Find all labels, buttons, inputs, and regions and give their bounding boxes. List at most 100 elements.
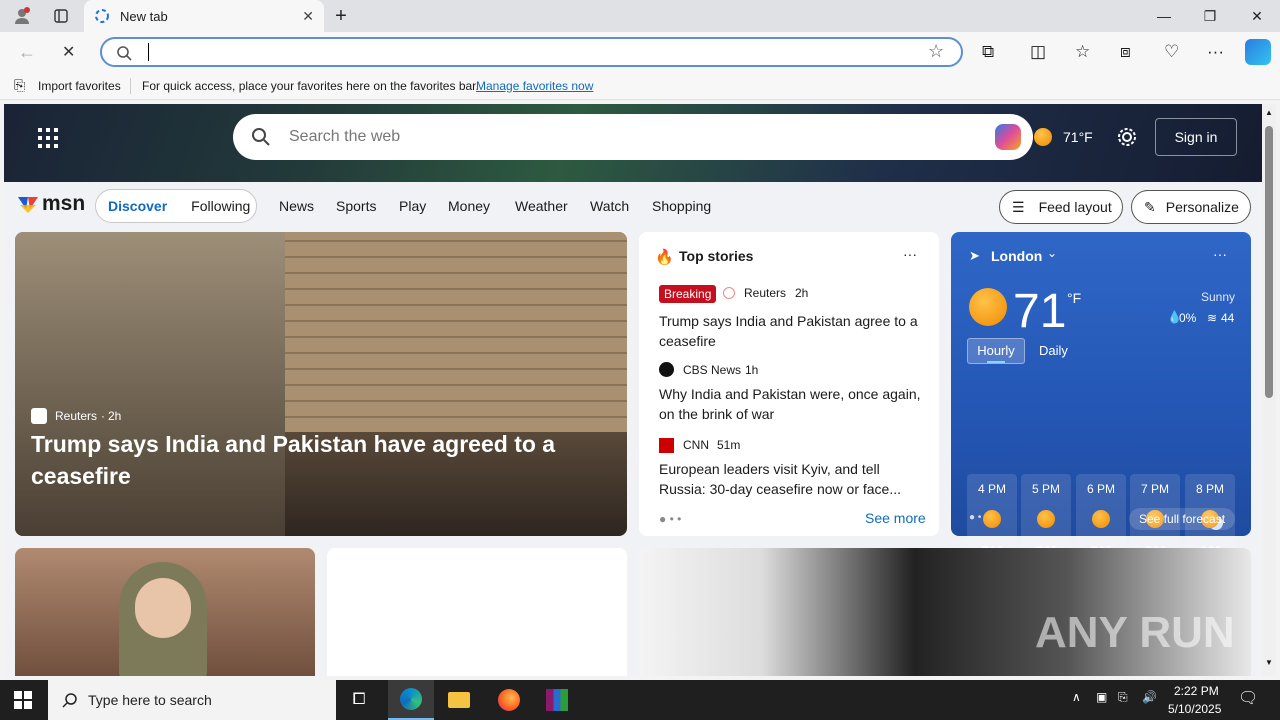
story-1-headline[interactable]: Trump says India and Pakistan agree to a… (659, 311, 927, 351)
taskbar-winrar[interactable] (534, 680, 580, 720)
collections-icon[interactable]: ⧈ (1120, 42, 1131, 62)
feed-layout-button[interactable]: ☰ Feed layout (999, 190, 1123, 224)
sun-icon (969, 288, 1007, 326)
minimize-button[interactable]: — (1141, 0, 1187, 32)
nav-money[interactable]: Money (448, 198, 490, 214)
tab-new-tab[interactable]: New tab ✕ (84, 0, 324, 32)
tab-actions-button[interactable] (38, 0, 84, 32)
show-hidden-icons-icon[interactable]: ∧ (1072, 690, 1081, 704)
clock-time[interactable]: 2:22 PM (1174, 684, 1219, 698)
hero-source: Reuters (55, 409, 98, 423)
volume-icon[interactable]: 🔊 (1142, 690, 1157, 704)
tab-discover[interactable]: Discover (108, 198, 167, 214)
sun-icon (983, 510, 1001, 528)
taskbar-search-placeholder: Type here to search (88, 692, 212, 708)
close-window-button[interactable]: ✕ (1234, 0, 1280, 32)
more-options-icon[interactable]: ··· (903, 246, 917, 262)
manage-favorites-link[interactable]: Manage favorites now (476, 79, 593, 93)
nav-news[interactable]: News (279, 198, 314, 214)
story-2-headline[interactable]: Why India and Pakistan were, once again,… (659, 384, 927, 424)
story-2-age: 1h (745, 363, 759, 377)
copilot-icon[interactable] (995, 124, 1021, 150)
story-3-age: 51m (717, 438, 741, 452)
more-options-icon[interactable]: ··· (1213, 246, 1227, 262)
story-image-face (135, 578, 191, 638)
stop-loading-button[interactable]: ✕ (62, 42, 75, 62)
msn-logo[interactable]: msn (16, 192, 85, 216)
weather-unit: °F (1067, 290, 1082, 306)
search-icon (62, 693, 77, 708)
close-tab-icon[interactable]: ✕ (302, 8, 314, 25)
cbs-logo-icon (659, 362, 674, 377)
network-icon[interactable]: ⎘ (1118, 690, 1128, 705)
copilot-icon[interactable] (1245, 39, 1271, 65)
personalize-button[interactable]: ✎ Personalize (1131, 190, 1251, 224)
scroll-up-icon[interactable]: ▲ (1265, 108, 1273, 117)
taskbar-edge[interactable] (388, 680, 434, 720)
clock-date[interactable]: 5/10/2025 (1168, 702, 1221, 716)
story-3-headline[interactable]: European leaders visit Kyiv, and tell Ru… (659, 459, 927, 499)
nav-play[interactable]: Play (399, 198, 426, 214)
feed-layout-label: Feed layout (1038, 199, 1112, 215)
task-view-icon: ⧠ (352, 691, 366, 708)
feed-tab-group: Discover Following (95, 189, 257, 223)
favorites-icon[interactable]: ☆ (1075, 42, 1090, 62)
chevron-down-icon[interactable]: ⌄ (1047, 246, 1057, 260)
nav-weather[interactable]: Weather (515, 198, 568, 214)
more-menu-icon[interactable]: ··· (1207, 42, 1224, 62)
nav-watch[interactable]: Watch (590, 198, 629, 214)
address-bar[interactable]: ☆ (100, 37, 963, 67)
see-more-link[interactable]: See more (865, 510, 926, 526)
hero-headline[interactable]: Trump says India and Pakistan have agree… (31, 428, 591, 492)
reuters-logo-icon (723, 287, 735, 299)
app-launcher-icon[interactable] (38, 128, 58, 148)
pagination-dots[interactable]: ● • (969, 512, 981, 523)
tab-daily[interactable]: Daily (1039, 343, 1068, 358)
tab-following[interactable]: Following (191, 198, 250, 214)
restore-button[interactable]: ❐ (1187, 0, 1233, 32)
weather-precip: 0% (1179, 311, 1197, 325)
hero-age: 2h (108, 409, 122, 423)
settings-gear-icon[interactable] (1116, 126, 1138, 148)
scroll-down-icon[interactable]: ▼ (1265, 658, 1273, 667)
watermark-text: ANY RUN (1035, 608, 1235, 657)
page-scrollbar[interactable]: ▲ ▼ (1262, 104, 1276, 676)
story-2-source: CBS News (683, 363, 742, 377)
story-card-placeholder[interactable] (327, 548, 627, 676)
new-tab-button[interactable]: + (318, 0, 364, 32)
extensions-icon[interactable]: ⧉ (982, 42, 994, 62)
weather-temp: 71 (1013, 285, 1067, 338)
scrollbar-thumb[interactable] (1265, 126, 1273, 398)
nav-shopping[interactable]: Shopping (652, 198, 711, 214)
taskbar-firefox[interactable] (486, 680, 532, 720)
task-view-button[interactable]: ⧠ (336, 680, 382, 720)
nav-sports[interactable]: Sports (336, 198, 376, 214)
divider (130, 77, 131, 94)
start-button[interactable] (0, 680, 46, 720)
see-full-forecast-button[interactable]: See full forecast (1129, 508, 1236, 530)
browser-essentials-icon[interactable]: ♡ (1164, 42, 1179, 62)
weather-city[interactable]: London (991, 248, 1042, 264)
import-favorites-button[interactable]: Import favorites (38, 79, 121, 93)
tab-actions-icon (54, 9, 68, 23)
device-icon[interactable]: ▣ (1096, 690, 1107, 704)
hero-story-card[interactable]: Reuters · 2h Trump says India and Pakist… (15, 232, 627, 536)
reuters-logo-icon (31, 408, 47, 424)
story-3-source: CNN (683, 438, 709, 452)
search-placeholder: Search the web (289, 128, 401, 145)
header-temperature[interactable]: 71°F (1063, 129, 1093, 145)
video-story-card[interactable]: ANY RUN (639, 548, 1251, 676)
cnn-logo-icon (659, 438, 674, 453)
header-banner: Search the web 71°F Sign in (4, 104, 1262, 182)
personalize-icon: ✎ (1144, 198, 1156, 215)
back-button[interactable]: ← (18, 42, 36, 63)
pagination-dots[interactable]: ● • • (659, 512, 681, 526)
web-search-box[interactable]: Search the web (233, 114, 1033, 160)
add-favorite-icon[interactable]: ☆ (928, 41, 944, 62)
sign-in-button[interactable]: Sign in (1155, 118, 1237, 156)
split-screen-icon[interactable]: ◫ (1030, 42, 1046, 62)
story-card[interactable] (15, 548, 315, 676)
taskbar-search-box[interactable]: Type here to search (48, 680, 336, 720)
notifications-icon[interactable]: 🗨 (1238, 688, 1258, 708)
taskbar-file-explorer[interactable] (436, 680, 482, 720)
